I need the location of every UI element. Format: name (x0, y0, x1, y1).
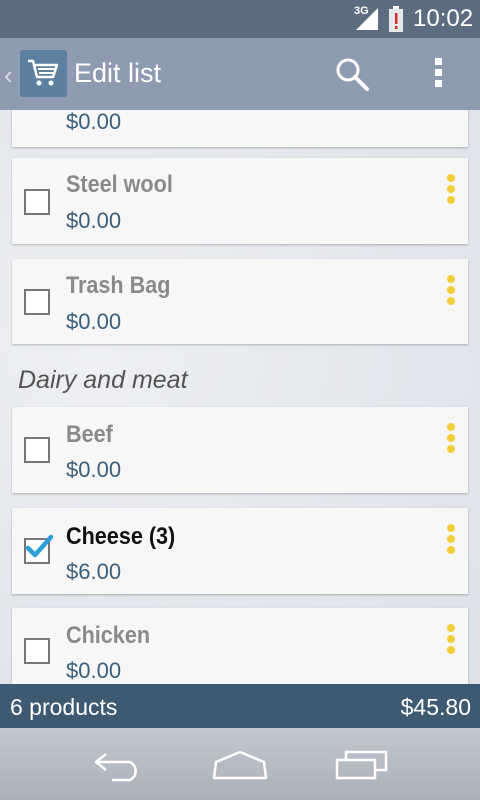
item-price: $0.00 (66, 457, 122, 482)
overflow-menu-icon[interactable] (426, 54, 450, 94)
check-mark-icon (25, 534, 54, 558)
item-checkbox[interactable] (24, 289, 50, 315)
list-item[interactable]: $0.00 (12, 110, 468, 147)
item-name: Steel wool (66, 171, 173, 198)
home-icon[interactable] (212, 744, 268, 784)
list-item[interactable]: Chicken $0.00 (12, 608, 468, 684)
recent-apps-icon[interactable] (334, 744, 390, 784)
item-price: $6.00 (66, 559, 122, 584)
navigation-bar (0, 728, 480, 800)
product-count: 6 products (10, 694, 118, 720)
shopping-cart-icon[interactable] (20, 50, 67, 97)
more-options-icon[interactable] (447, 275, 455, 308)
list-item[interactable]: Trash Bag $0.00 (12, 259, 468, 344)
item-price: $0.00 (66, 309, 122, 334)
item-name: Beef (66, 421, 113, 448)
total-price: $45.80 (400, 694, 471, 720)
more-options-icon[interactable] (447, 624, 455, 657)
item-price: $0.00 (66, 208, 122, 233)
item-price: $0.00 (66, 658, 122, 683)
back-caret-icon[interactable]: ‹ (4, 60, 13, 91)
battery-alert-icon (389, 6, 403, 32)
list-item[interactable]: Steel wool $0.00 (12, 158, 468, 244)
status-bar: 3G 10:02 (0, 0, 480, 38)
item-checkbox-checked[interactable] (24, 534, 54, 564)
shopping-list[interactable]: $0.00 Steel wool $0.00 Trash Bag $0.00 D… (0, 110, 480, 684)
clock: 10:02 (413, 5, 474, 32)
item-name: Cheese (3) (66, 523, 176, 550)
search-icon[interactable] (332, 54, 372, 94)
list-item[interactable]: Beef $0.00 (12, 407, 468, 493)
item-checkbox[interactable] (24, 189, 50, 215)
more-options-icon[interactable] (447, 524, 455, 557)
back-icon[interactable] (92, 744, 148, 784)
section-header: Dairy and meat (18, 366, 188, 394)
action-bar: ‹ Edit list (0, 38, 480, 110)
item-name: Trash Bag (66, 272, 171, 299)
more-options-icon[interactable] (447, 174, 455, 207)
list-item[interactable]: Cheese (3) $6.00 (12, 508, 468, 594)
item-checkbox[interactable] (24, 638, 50, 664)
summary-bar: 6 products $45.80 (0, 684, 480, 728)
page-title: Edit list (74, 58, 162, 88)
network-type-label: 3G (354, 5, 369, 17)
item-name: Chicken (66, 622, 151, 649)
item-price: $0.00 (66, 110, 122, 134)
more-options-icon[interactable] (447, 423, 455, 456)
item-checkbox[interactable] (24, 437, 50, 463)
